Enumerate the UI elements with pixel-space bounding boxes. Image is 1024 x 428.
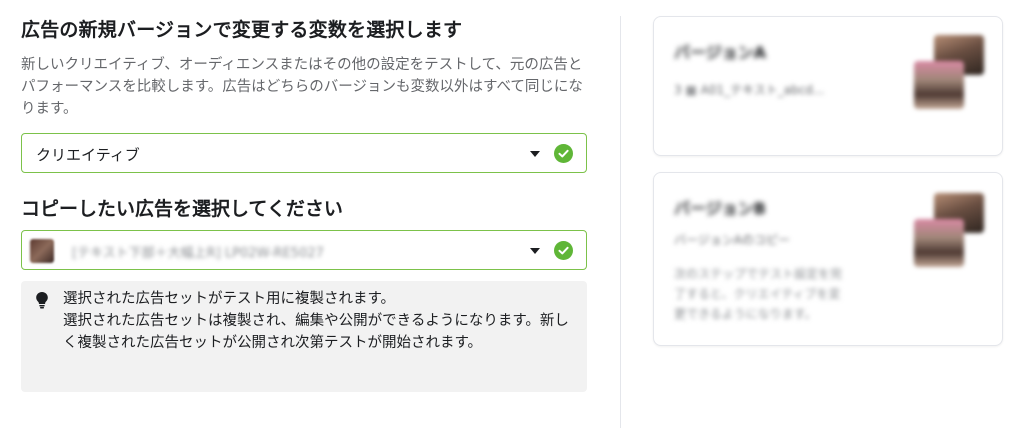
page-title: 広告の新規バージョンで変更する変数を選択します [21, 19, 463, 41]
ad-thumbnail [30, 239, 54, 263]
card-a-title: バージョンA [674, 43, 767, 62]
chevron-down-icon[interactable] [530, 248, 540, 254]
variable-select[interactable]: クリエイティブ [21, 133, 587, 173]
preview-card-a: バージョンA 3 ▦ A01_テキスト_abcd... [653, 16, 1003, 156]
variable-select-value: クリエイティブ [36, 146, 140, 164]
preview-card-b: バージョンB バージョンAのコピー 次のステップでテスト設定を完 了すると、クリ… [653, 172, 1003, 346]
card-b-line-1: 次のステップでテスト設定を完 [674, 267, 843, 281]
description-text: 新しいクリエイティブ、オーディエンスまたはその他の設定をテストして、元の広告とパ… [21, 57, 583, 117]
ad-select-value: [テキスト下部＋大幅上R] LP02W-RE5027 [72, 246, 324, 261]
info-text: 選択された広告セットがテスト用に複製されます。 選択された広告セットは複製され、… [63, 288, 575, 354]
card-a-thumbnail [914, 35, 986, 109]
check-icon [554, 241, 573, 260]
card-b-line-3: 更できるようになります。 [674, 307, 817, 321]
check-icon [554, 144, 573, 163]
lightbulb-icon [35, 291, 49, 313]
copy-ad-heading: コピーしたい広告を選択してください [21, 198, 343, 220]
info-line-2: 選択された広告セットは複製され、編集や公開ができるようになります。新しく複製され… [63, 313, 569, 351]
card-b-line-2: 了すると、クリエイティブを変 [674, 287, 841, 301]
chevron-down-icon[interactable] [530, 151, 540, 157]
card-b-title: バージョンB [674, 199, 766, 218]
info-line-1: 選択された広告セットがテスト用に複製されます。 [63, 291, 396, 307]
vertical-divider [620, 16, 621, 428]
card-b-thumbnail [914, 193, 986, 267]
ad-select[interactable]: [テキスト下部＋大幅上R] LP02W-RE5027 [21, 230, 587, 270]
card-b-subtitle: バージョンAのコピー [674, 233, 790, 247]
card-a-subtitle: 3 ▦ A01_テキスト_abcd... [674, 83, 825, 97]
info-box: 選択された広告セットがテスト用に複製されます。 選択された広告セットは複製され、… [21, 281, 587, 392]
